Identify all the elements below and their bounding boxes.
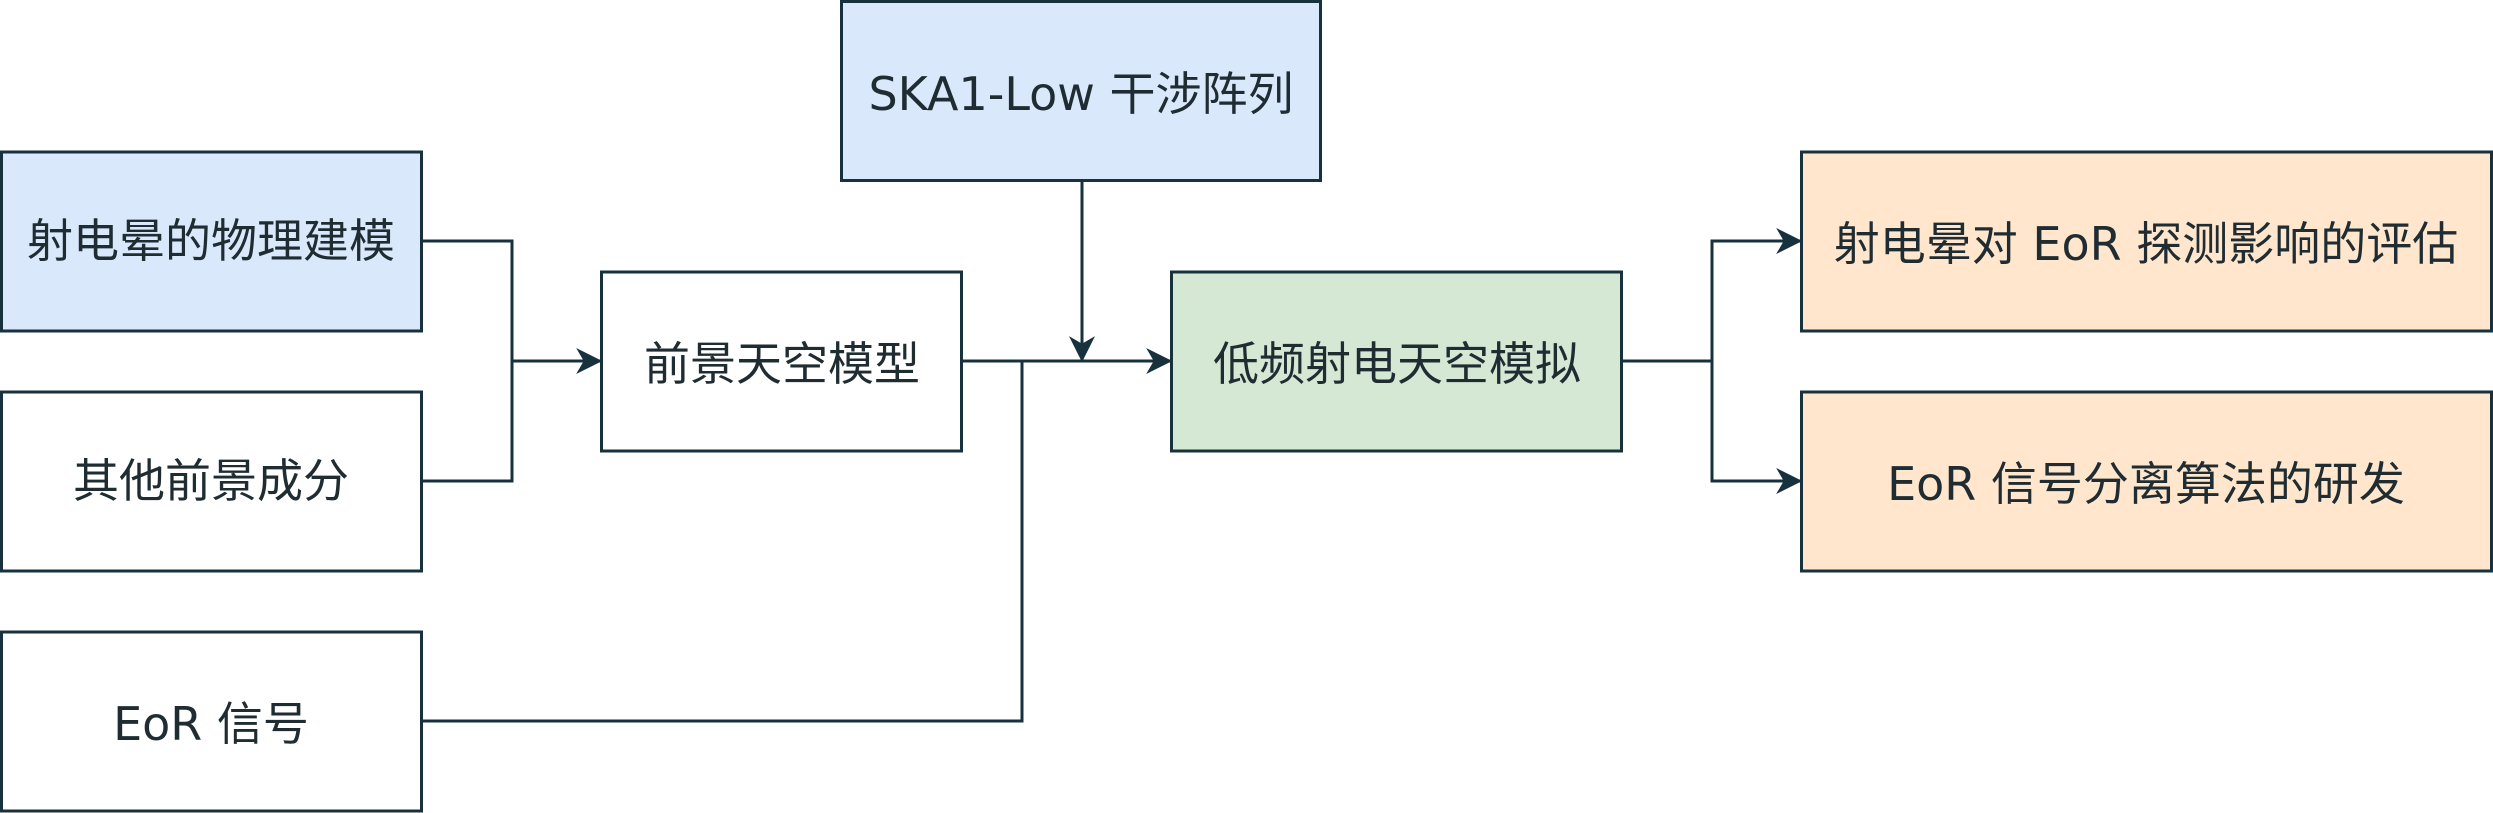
node-halo-impact-evaluation: 射电晕对 EoR 探测影响的评估 xyxy=(1800,150,2493,333)
node-label: 低频射电天空模拟 xyxy=(1213,337,1581,391)
connector-other-to-merge xyxy=(422,361,514,483)
node-low-freq-sky-simulation: 低频射电天空模拟 xyxy=(1170,270,1623,453)
node-foreground-sky-model: 前景天空模型 xyxy=(600,270,963,453)
node-radio-halo-modeling: 射电晕的物理建模 xyxy=(0,150,423,333)
node-ska1-low-array: SKA1-Low 干涉阵列 xyxy=(840,0,1322,182)
node-label: 射电晕对 EoR 探测影响的评估 xyxy=(1834,217,2458,271)
node-label: EoR 信号分离算法的研发 xyxy=(1887,457,2405,511)
node-label: EoR 信号 xyxy=(113,697,309,751)
node-eor-signal: EoR 信号 xyxy=(0,630,423,813)
node-eor-separation-algorithm: EoR 信号分离算法的研发 xyxy=(1800,390,2493,573)
node-other-foregrounds: 其他前景成分 xyxy=(0,390,423,573)
connector-halo-to-merge xyxy=(422,239,514,361)
node-label: SKA1-Low 干涉阵列 xyxy=(868,67,1293,121)
connector-split-to-separation xyxy=(1710,361,1803,494)
connector-split-to-halo-eval xyxy=(1710,228,1803,361)
node-label: 其他前景成分 xyxy=(73,454,349,508)
node-label: 前景天空模型 xyxy=(644,337,920,391)
node-label: 射电晕的物理建模 xyxy=(27,214,395,268)
flow-diagram: 射电晕的物理建模 其他前景成分 EoR 信号 前景天空模型 SKA1-Low 干… xyxy=(0,0,2493,813)
